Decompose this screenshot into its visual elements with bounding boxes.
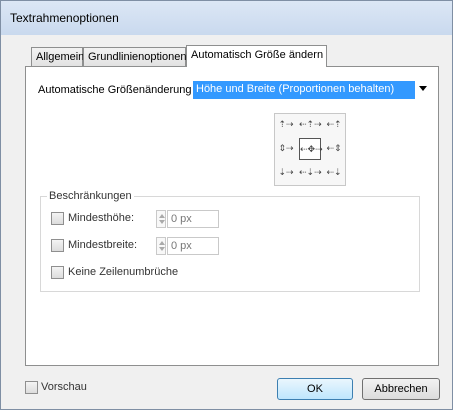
min-width-checkbox[interactable] (51, 239, 64, 252)
min-height-stepper[interactable] (156, 210, 166, 228)
auto-resize-panel: Automatische Größenänderung Höhe und Bre… (25, 66, 439, 366)
min-height-label: Mindesthöhe: (68, 212, 135, 224)
no-line-breaks-label: Keine Zeilenumbrüche (68, 266, 179, 278)
bottom-center-anchor-icon[interactable]: ⇠⇣⇢ (299, 162, 322, 184)
ok-button[interactable]: OK (277, 378, 353, 400)
preview-label: Vorschau (41, 381, 87, 393)
preview-checkbox[interactable] (25, 381, 38, 394)
top-right-anchor-icon[interactable]: ⇠⇡ (323, 114, 345, 136)
min-height-field[interactable]: 0 px (167, 210, 219, 228)
bottom-left-anchor-icon[interactable]: ⇣⇢ (275, 162, 297, 184)
auto-resize-select[interactable]: Höhe und Breite (Proportionen behalten) (192, 80, 430, 100)
middle-left-anchor-icon[interactable]: ⇕⇢ (275, 138, 297, 160)
constraints-title: Beschränkungen (47, 190, 134, 202)
auto-resize-label: Automatische Größenänderung (38, 84, 192, 96)
tab-general[interactable]: Allgemein (31, 47, 84, 66)
min-width-field[interactable]: 0 px (167, 237, 219, 255)
bottom-right-anchor-icon[interactable]: ⇠⇣ (323, 162, 345, 184)
min-height-checkbox[interactable] (51, 212, 64, 225)
constraints-group: Beschränkungen Mindesthöhe: 0 px Mindest… (40, 190, 420, 292)
dialog-titlebar: Textrahmenoptionen (1, 1, 452, 35)
dialog-title: Textrahmenoptionen (10, 11, 119, 25)
min-width-stepper[interactable] (156, 237, 166, 255)
cancel-button[interactable]: Abbrechen (362, 378, 440, 400)
min-width-label: Mindestbreite: (68, 239, 138, 251)
top-left-anchor-icon[interactable]: ⇡⇢ (275, 114, 297, 136)
tab-auto-resize[interactable]: Automatisch Größe ändern (186, 45, 327, 67)
center-anchor-icon[interactable]: ⇠✥⇢ (299, 138, 323, 160)
tab-baseline-options[interactable]: Grundlinienoptionen (83, 47, 186, 66)
auto-resize-selected-value: Höhe und Breite (Proportionen behalten) (193, 81, 415, 99)
top-center-anchor-icon[interactable]: ⇠⇡⇢ (299, 114, 322, 136)
reference-point-grid: ⇡⇢ ⇠⇡⇢ ⇠⇡ ⇕⇢ ⇠✥⇢ ⇠⇕ ⇣⇢ ⇠⇣⇢ ⇠⇣ (274, 113, 346, 186)
no-line-breaks-checkbox[interactable] (51, 266, 64, 279)
chevron-down-icon (419, 86, 427, 91)
middle-right-anchor-icon[interactable]: ⇠⇕ (323, 138, 345, 160)
text-frame-options-dialog: Textrahmenoptionen Allgemein Grundlinien… (0, 0, 453, 410)
